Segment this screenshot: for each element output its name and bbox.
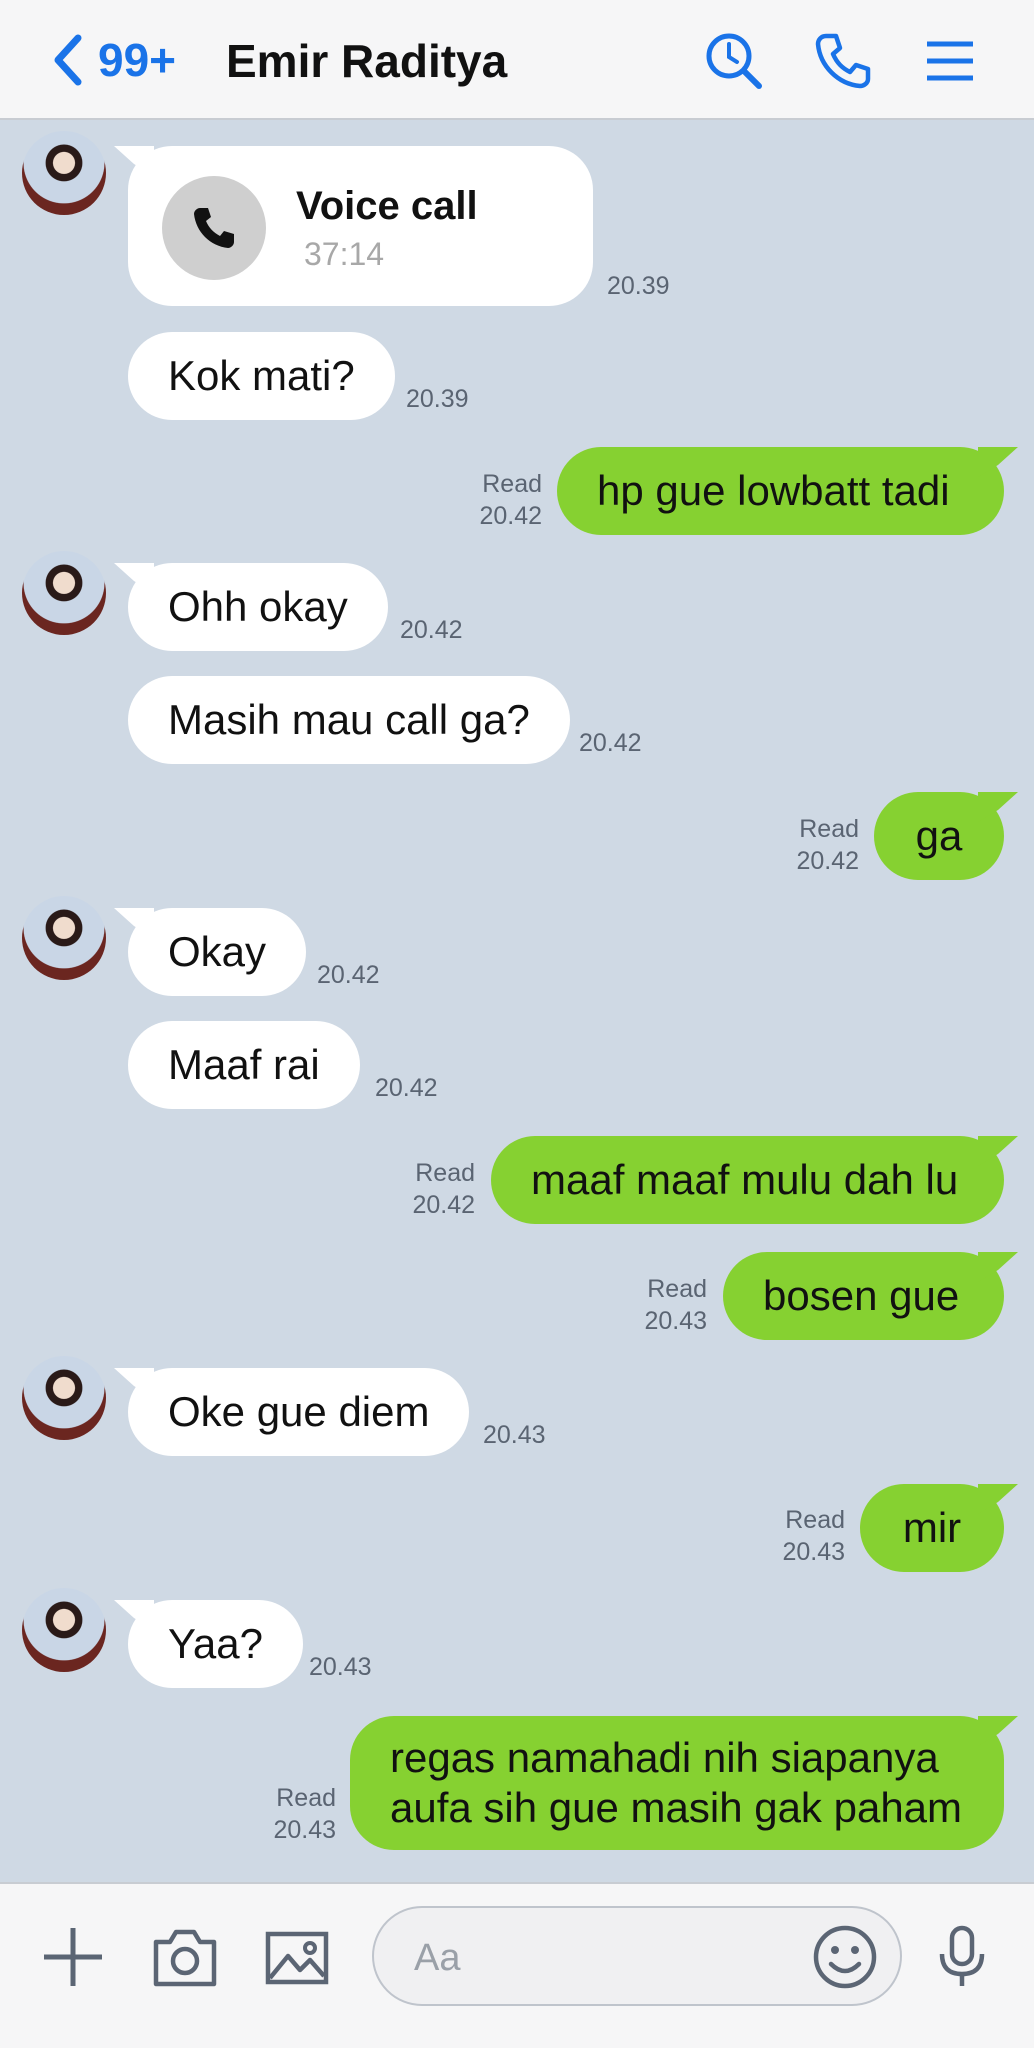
message-meta: Read 20.42 xyxy=(412,1157,475,1221)
message-input-box[interactable] xyxy=(372,1906,902,2006)
message-time: 20.42 xyxy=(412,1191,475,1219)
message-time: 20.42 xyxy=(479,502,542,530)
incoming-message[interactable]: Oke gue diem xyxy=(128,1368,470,1456)
call-duration: 37:14 xyxy=(304,236,385,272)
avatar[interactable] xyxy=(22,551,106,635)
message-time: 20.43 xyxy=(273,1816,336,1844)
outgoing-message[interactable]: ga xyxy=(874,792,1004,880)
read-status: Read xyxy=(647,1275,707,1303)
unread-count: 99+ xyxy=(98,34,177,86)
message-time: 20.39 xyxy=(406,385,469,413)
read-status: Read xyxy=(785,1506,845,1534)
read-status: Read xyxy=(482,470,542,498)
incoming-message[interactable]: Ohh okay xyxy=(128,563,388,651)
contact-name[interactable]: Emir Raditya xyxy=(226,34,507,88)
message-input[interactable] xyxy=(414,1930,774,1986)
message-time: 20.42 xyxy=(579,729,642,757)
message-meta: Read 20.43 xyxy=(273,1782,336,1846)
message-meta: Read 20.43 xyxy=(644,1273,707,1337)
message-time: 20.43 xyxy=(644,1307,707,1335)
outgoing-message[interactable]: regas namahadi nih siapanya aufa sih gue… xyxy=(350,1716,1004,1850)
incoming-message[interactable]: Yaa? xyxy=(128,1600,303,1688)
emoji-icon[interactable] xyxy=(810,1922,880,1992)
message-time: 20.43 xyxy=(483,1421,546,1449)
message-meta: Read 20.42 xyxy=(479,468,542,532)
incoming-message[interactable]: Okay xyxy=(128,908,307,996)
plus-icon[interactable] xyxy=(38,1922,108,1992)
message-time: 20.42 xyxy=(400,616,463,644)
message-time: 20.42 xyxy=(317,961,380,989)
message-meta: Read 20.42 xyxy=(796,813,859,877)
outgoing-message[interactable]: mir xyxy=(860,1484,1004,1572)
microphone-icon[interactable] xyxy=(927,1922,997,1992)
call-title: Voice call xyxy=(296,184,478,228)
incoming-message[interactable]: Maaf rai xyxy=(128,1021,360,1109)
read-status: Read xyxy=(415,1159,475,1187)
call-circle xyxy=(162,176,266,280)
camera-icon[interactable] xyxy=(150,1922,220,1992)
avatar[interactable] xyxy=(22,896,106,980)
read-status: Read xyxy=(799,815,859,843)
back-button[interactable]: 99+ xyxy=(48,30,176,90)
chat-header: 99+ Emir Raditya xyxy=(0,0,1034,120)
outgoing-message[interactable]: bosen gue xyxy=(723,1252,1004,1340)
outgoing-message[interactable]: maaf maaf mulu dah lu xyxy=(491,1136,1004,1224)
avatar[interactable] xyxy=(22,1356,106,1440)
incoming-message[interactable]: Kok mati? xyxy=(128,332,395,420)
incoming-message[interactable]: Masih mau call ga? xyxy=(128,676,570,764)
chevron-left-icon xyxy=(54,34,82,86)
message-time: 20.43 xyxy=(782,1538,845,1566)
message-meta: Read 20.43 xyxy=(782,1504,845,1568)
message-time: 20.39 xyxy=(607,272,670,300)
menu-icon[interactable] xyxy=(919,30,981,92)
avatar[interactable] xyxy=(22,131,106,215)
message-time: 20.43 xyxy=(309,1653,372,1681)
input-bar xyxy=(0,1882,1034,2048)
avatar[interactable] xyxy=(22,1588,106,1672)
voice-call-card[interactable]: Voice call 37:14 xyxy=(128,146,593,306)
image-icon[interactable] xyxy=(262,1922,332,1992)
search-icon[interactable] xyxy=(703,30,765,92)
outgoing-message[interactable]: hp gue lowbatt tadi xyxy=(557,447,1004,535)
message-time: 20.42 xyxy=(796,847,859,875)
message-time: 20.42 xyxy=(375,1074,438,1102)
phone-icon[interactable] xyxy=(812,30,874,92)
read-status: Read xyxy=(276,1784,336,1812)
phone-icon xyxy=(194,208,234,248)
